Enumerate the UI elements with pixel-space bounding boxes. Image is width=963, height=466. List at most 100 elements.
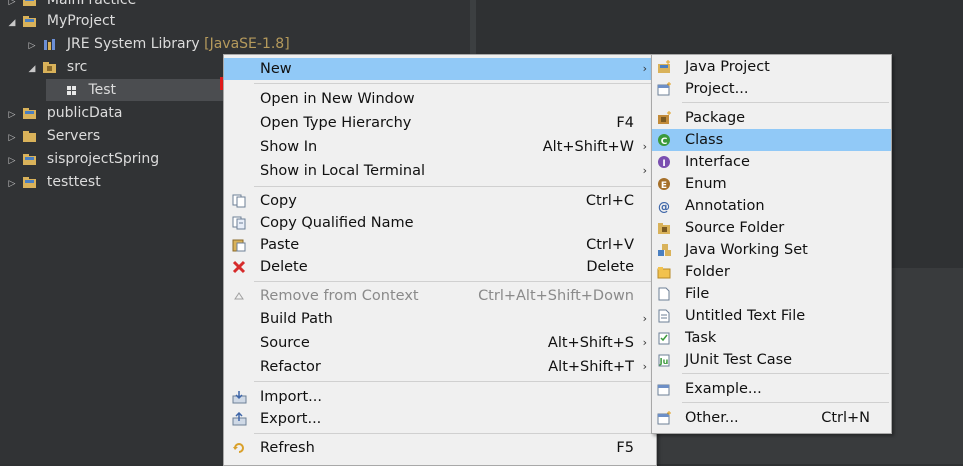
submenu-item-junit-test-case[interactable]: Ju JUnit Test Case bbox=[652, 349, 891, 371]
menu-item-open-new-window[interactable]: Open in New Window bbox=[224, 88, 656, 110]
menu-item-refresh[interactable]: Refresh F5 bbox=[224, 437, 656, 459]
menu-item-copy[interactable]: Copy Ctrl+C bbox=[224, 190, 656, 212]
tree-item-publicdata[interactable]: ▷ publicData bbox=[6, 102, 123, 126]
java-project-icon bbox=[657, 60, 672, 74]
menu-item-new[interactable]: New › bbox=[224, 58, 656, 80]
tree-item-label: MainPractice bbox=[46, 0, 137, 8]
submenu-item-java-working-set[interactable]: Java Working Set bbox=[652, 239, 891, 261]
remove-context-icon bbox=[232, 289, 247, 303]
tree-item-sisprojectspring[interactable]: ▷ sisprojectSpring bbox=[6, 148, 160, 172]
project-icon bbox=[22, 175, 38, 189]
menu-separator bbox=[682, 102, 889, 103]
submenu-item-task[interactable]: Task bbox=[652, 327, 891, 349]
submenu-item-example[interactable]: Example... bbox=[652, 378, 891, 400]
expanded-arrow-icon[interactable]: ◢ bbox=[26, 58, 38, 80]
svg-text:Ju: Ju bbox=[659, 357, 669, 366]
menu-separator bbox=[682, 373, 889, 374]
submenu-arrow-icon: › bbox=[642, 360, 647, 373]
submenu-item-annotation[interactable]: @ Annotation bbox=[652, 195, 891, 217]
collapsed-arrow-icon[interactable]: ▷ bbox=[26, 35, 38, 57]
menu-item-remove-from-context[interactable]: Remove from Context Ctrl+Alt+Shift+Down bbox=[224, 285, 656, 307]
project-wizard-icon bbox=[657, 82, 672, 96]
junit-icon: Ju bbox=[657, 353, 672, 367]
submenu-arrow-icon: › bbox=[642, 336, 647, 349]
svg-text:@: @ bbox=[658, 200, 670, 213]
svg-text:C: C bbox=[661, 137, 668, 147]
submenu-item-other[interactable]: Other... Ctrl+N bbox=[652, 407, 891, 429]
submenu-item-project[interactable]: Project... bbox=[652, 78, 891, 100]
example-icon bbox=[657, 382, 672, 396]
tree-item-label: sisprojectSpring bbox=[46, 151, 160, 167]
class-icon: C bbox=[657, 133, 672, 147]
other-icon bbox=[657, 411, 672, 425]
project-icon bbox=[22, 0, 38, 7]
submenu-item-folder[interactable]: Folder bbox=[652, 261, 891, 283]
submenu-arrow-icon: › bbox=[642, 140, 647, 153]
collapsed-arrow-icon[interactable]: ▷ bbox=[6, 104, 18, 126]
text-file-icon bbox=[657, 309, 672, 323]
menu-separator bbox=[254, 83, 654, 84]
tree-item-label: Test bbox=[88, 82, 117, 98]
collapsed-arrow-icon[interactable]: ▷ bbox=[6, 127, 18, 149]
copy-qualified-icon bbox=[232, 216, 247, 230]
submenu-item-file[interactable]: File bbox=[652, 283, 891, 305]
menu-item-delete[interactable]: Delete Delete bbox=[224, 256, 656, 278]
tree-item-label: MyProject bbox=[46, 13, 116, 29]
submenu-arrow-icon: › bbox=[642, 312, 647, 325]
tree-item-test[interactable]: Test bbox=[46, 79, 224, 101]
delete-icon bbox=[232, 260, 247, 274]
submenu-item-enum[interactable]: E Enum bbox=[652, 173, 891, 195]
collapsed-arrow-icon[interactable]: ▷ bbox=[6, 173, 18, 195]
menu-item-open-type-hierarchy[interactable]: Open Type Hierarchy F4 bbox=[224, 112, 656, 134]
import-icon bbox=[232, 390, 247, 404]
tree-item-servers[interactable]: ▷ Servers bbox=[6, 125, 101, 149]
submenu-item-interface[interactable]: I Interface bbox=[652, 151, 891, 173]
menu-separator bbox=[254, 433, 654, 434]
collapsed-arrow-icon[interactable]: ▷ bbox=[6, 150, 18, 172]
project-icon bbox=[22, 152, 38, 166]
package-folder-icon bbox=[42, 60, 58, 74]
tree-item-label: publicData bbox=[46, 105, 123, 121]
working-set-icon bbox=[657, 243, 672, 257]
tree-item-myproject[interactable]: ◢ MyProject bbox=[6, 10, 116, 34]
menu-separator bbox=[254, 281, 654, 282]
tree-item-jre-library[interactable]: ▷ JRE System Library [JavaSE-1.8] bbox=[26, 33, 290, 55]
file-icon bbox=[657, 287, 672, 301]
package-icon bbox=[64, 83, 80, 97]
menu-item-build-path[interactable]: Build Path › bbox=[224, 308, 656, 330]
menu-item-copy-qualified-name[interactable]: Copy Qualified Name bbox=[224, 212, 656, 234]
submenu-item-untitled-text-file[interactable]: Untitled Text File bbox=[652, 305, 891, 327]
folder-icon bbox=[22, 129, 38, 143]
folder-icon bbox=[657, 265, 672, 279]
menu-item-import[interactable]: Import... bbox=[224, 386, 656, 408]
tree-item-src[interactable]: ◢ src bbox=[26, 56, 88, 80]
tree-item-testtest[interactable]: ▷ testtest bbox=[6, 171, 101, 193]
svg-text:E: E bbox=[661, 181, 667, 191]
expanded-arrow-icon[interactable]: ◢ bbox=[6, 12, 18, 34]
jre-version-label: [JavaSE-1.8] bbox=[204, 36, 290, 52]
menu-item-show-local-terminal[interactable]: Show in Local Terminal › bbox=[224, 160, 656, 182]
tree-item-label: JRE System Library bbox=[66, 36, 200, 52]
interface-icon: I bbox=[657, 155, 672, 169]
export-icon bbox=[232, 412, 247, 426]
submenu-item-java-project[interactable]: Java Project bbox=[652, 56, 891, 78]
annotation-icon: @ bbox=[657, 199, 672, 213]
submenu-arrow-icon: › bbox=[642, 62, 647, 75]
menu-separator bbox=[254, 381, 654, 382]
menu-item-source[interactable]: Source Alt+Shift+S › bbox=[224, 332, 656, 354]
menu-item-show-in[interactable]: Show In Alt+Shift+W › bbox=[224, 136, 656, 158]
library-icon bbox=[42, 37, 58, 51]
project-icon bbox=[22, 106, 38, 120]
project-icon bbox=[22, 14, 38, 28]
refresh-icon bbox=[232, 441, 247, 455]
menu-item-export[interactable]: Export... bbox=[224, 408, 656, 430]
submenu-item-class[interactable]: C Class bbox=[652, 129, 891, 151]
tree-item-label: src bbox=[66, 59, 88, 75]
submenu-item-source-folder[interactable]: Source Folder bbox=[652, 217, 891, 239]
menu-item-paste[interactable]: Paste Ctrl+V bbox=[224, 234, 656, 256]
submenu-item-package[interactable]: Package bbox=[652, 107, 891, 129]
task-icon bbox=[657, 331, 672, 345]
new-submenu: Java Project Project... Package C Class … bbox=[651, 54, 892, 434]
menu-item-refactor[interactable]: Refactor Alt+Shift+T › bbox=[224, 356, 656, 378]
submenu-arrow-icon: › bbox=[642, 164, 647, 177]
